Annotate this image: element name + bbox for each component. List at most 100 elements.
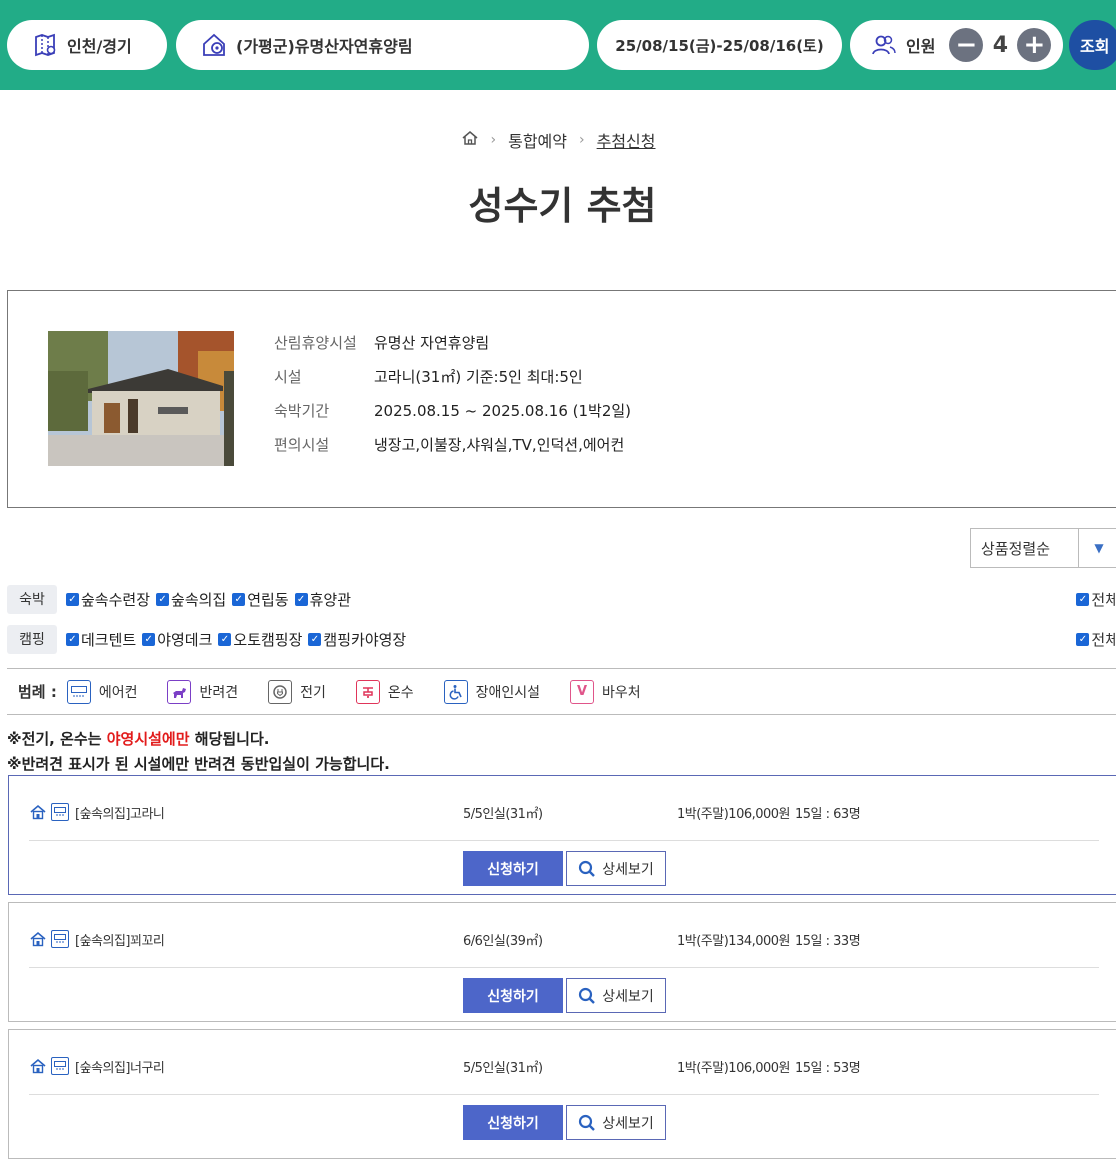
forest-selector[interactable]: (가평군)유명산자연휴양림 — [176, 20, 589, 70]
breadcrumb: › 통합예약 › 추첨신청 — [0, 128, 1116, 152]
search-icon — [578, 1114, 596, 1132]
apply-button[interactable]: 신청하기 — [463, 1105, 563, 1140]
camping-select-all-checkbox[interactable]: ✓ 전체 — [1076, 629, 1116, 650]
checkbox-checked-icon[interactable]: ✓ — [232, 592, 246, 606]
search-bar: 인천/경기 (가평군)유명산자연휴양림 25/08/15(금)-25/08/16… — [0, 0, 1116, 90]
house-icon — [29, 803, 47, 821]
aircon-icon — [51, 930, 69, 948]
filter-checkbox[interactable]: ✓ 캠핑카야영장 — [308, 629, 406, 650]
divider — [29, 1094, 1099, 1095]
apply-button[interactable]: 신청하기 — [463, 851, 563, 886]
checkbox-checked-icon[interactable]: ✓ — [66, 592, 79, 606]
legend-item-voucher: V 바우처 — [570, 679, 641, 704]
divider — [29, 840, 1099, 841]
legend-item-electric: 전기 — [268, 679, 326, 704]
apply-button[interactable]: 신청하기 — [463, 978, 563, 1013]
sort-select[interactable]: 상품정렬순 ▼ — [970, 528, 1116, 568]
filter-checkbox[interactable]: ✓ 야영데크 — [142, 629, 212, 650]
checkbox-checked-icon[interactable]: ✓ — [218, 632, 232, 646]
people-icon — [870, 31, 898, 59]
filter-checkbox[interactable]: ✓ 연립동 — [232, 589, 289, 610]
filter-checkbox[interactable]: ✓ 휴양관 — [294, 589, 351, 610]
info-row-facility: 시설 고라니(31㎡) 기준:5인 최대:5인 — [274, 368, 583, 386]
dog-icon — [167, 679, 192, 704]
decrease-people-button[interactable]: − — [949, 28, 984, 62]
region-label: 인천/경기 — [67, 37, 132, 56]
checkbox-checked-icon[interactable]: ✓ — [1076, 632, 1090, 646]
increase-people-button[interactable]: + — [1017, 28, 1052, 62]
aircon-icon — [51, 1057, 69, 1075]
map-icon — [31, 31, 59, 59]
divider — [29, 967, 1099, 968]
search-icon — [578, 860, 596, 878]
legend-item-accessibility: 장애인시설 — [443, 679, 540, 704]
room-lottery-count: 15일 : 53명 — [795, 1060, 861, 1076]
info-row-forest: 산림휴양시설 유명산 자연휴양림 — [274, 334, 490, 352]
house-icon — [29, 1057, 47, 1075]
filter-checkbox[interactable]: ✓ 숲속수련장 — [66, 589, 150, 610]
camping-filter-row: 캠핑 ✓ 데크텐트 ✓ 야영데크 ✓ 오토캠핑장 ✓ 캠핑카야영장 ✓ 전체 — [7, 624, 1116, 654]
info-row-amenities: 편의시설 냉장고,이불장,샤워실,TV,인덕션,에어컨 — [274, 436, 625, 454]
legend-item-hotwater: 온수 — [355, 679, 414, 704]
checkbox-checked-icon[interactable]: ✓ — [308, 632, 322, 646]
people-count: 4 — [992, 32, 1009, 58]
facility-photo — [48, 331, 234, 466]
lodging-tag: 숙박 — [7, 584, 57, 614]
breadcrumb-item-reservation[interactable]: 통합예약 — [508, 128, 567, 152]
hotwater-icon — [355, 679, 380, 704]
checkbox-checked-icon[interactable]: ✓ — [1076, 592, 1090, 606]
home-icon[interactable] — [461, 129, 479, 151]
filter-checkbox[interactable]: ✓ 오토캠핑장 — [218, 629, 302, 650]
filter-checkbox[interactable]: ✓ 숲속의집 — [156, 589, 226, 610]
aircon-icon — [66, 679, 91, 704]
room-lottery-count: 15일 : 33명 — [795, 933, 861, 949]
lodging-filter-row: 숙박 ✓ 숲속수련장 ✓ 숲속의집 ✓ 연립동 ✓ 휴양관 ✓ 전체 — [7, 584, 1116, 614]
checkbox-checked-icon[interactable]: ✓ — [156, 592, 170, 606]
detail-button[interactable]: 상세보기 — [566, 851, 666, 886]
people-label: 인원 — [906, 37, 936, 56]
search-button[interactable]: 조회 — [1069, 20, 1116, 70]
legend-title: 범례 : — [18, 683, 57, 701]
camping-tag: 캠핑 — [7, 624, 57, 654]
detail-button[interactable]: 상세보기 — [566, 1105, 666, 1140]
room-name: [숲속의집]고라니 — [75, 806, 165, 822]
lodging-select-all-checkbox[interactable]: ✓ 전체 — [1076, 589, 1116, 610]
aircon-icon — [51, 803, 69, 821]
sort-selected-label: 상품정렬순 — [971, 529, 1079, 567]
date-range-label: 25/08/15(금)-25/08/16(토) — [615, 36, 824, 55]
legend-item-dog: 반려견 — [167, 679, 238, 704]
checkbox-checked-icon[interactable]: ✓ — [294, 592, 308, 606]
electric-icon — [268, 679, 293, 704]
room-lottery-count: 15일 : 63명 — [795, 806, 861, 822]
search-icon — [578, 987, 596, 1005]
caret-down-icon[interactable]: ▼ — [1079, 541, 1116, 555]
accessibility-icon — [443, 679, 468, 704]
room-card: [숲속의집]고라니 5/5인실(31㎡) 1박(주말)106,000원 15일 … — [8, 775, 1116, 895]
breadcrumb-item-lottery[interactable]: 추첨신청 — [597, 128, 656, 152]
legend: 범례 : 에어컨 반려견 전기 온수 장애인시설 V 바우처 — [7, 668, 1116, 715]
room-price: 1박(주말)106,000원 — [677, 806, 791, 822]
notice-electric-hotwater: ※전기, 온수는 야영시설에만 해당됩니다. — [7, 730, 270, 748]
chevron-right-icon: › — [490, 132, 497, 148]
room-capacity: 5/5인실(31㎡) — [463, 1060, 543, 1076]
room-card: [숲속의집]너구리 5/5인실(31㎡) 1박(주말)106,000원 15일 … — [8, 1029, 1116, 1159]
facility-info-box: 산림휴양시설 유명산 자연휴양림 시설 고라니(31㎡) 기준:5인 최대:5인… — [7, 290, 1116, 508]
room-price: 1박(주말)106,000원 — [677, 1060, 791, 1076]
voucher-icon: V — [570, 679, 595, 704]
house-icon — [29, 930, 47, 948]
info-row-period: 숙박기간 2025.08.15 ~ 2025.08.16 (1박2일) — [274, 402, 632, 420]
filter-checkbox[interactable]: ✓ 데크텐트 — [66, 629, 136, 650]
room-price: 1박(주말)134,000원 — [677, 933, 791, 949]
chevron-right-icon: › — [579, 132, 585, 148]
room-capacity: 6/6인실(39㎡) — [463, 933, 543, 949]
checkbox-checked-icon[interactable]: ✓ — [66, 632, 79, 646]
region-selector[interactable]: 인천/경기 — [7, 20, 167, 70]
people-selector: 인원 − 4 + — [850, 20, 1063, 70]
notice-pets: ※반려견 표시가 된 시설에만 반려견 동반입실이 가능합니다. — [7, 755, 390, 773]
checkbox-checked-icon[interactable]: ✓ — [142, 632, 156, 646]
room-capacity: 5/5인실(31㎡) — [463, 806, 543, 822]
detail-button[interactable]: 상세보기 — [566, 978, 666, 1013]
home-location-icon — [200, 31, 228, 59]
room-name: [숲속의집]너구리 — [75, 1060, 165, 1076]
date-range-selector[interactable]: 25/08/15(금)-25/08/16(토) — [597, 20, 842, 70]
